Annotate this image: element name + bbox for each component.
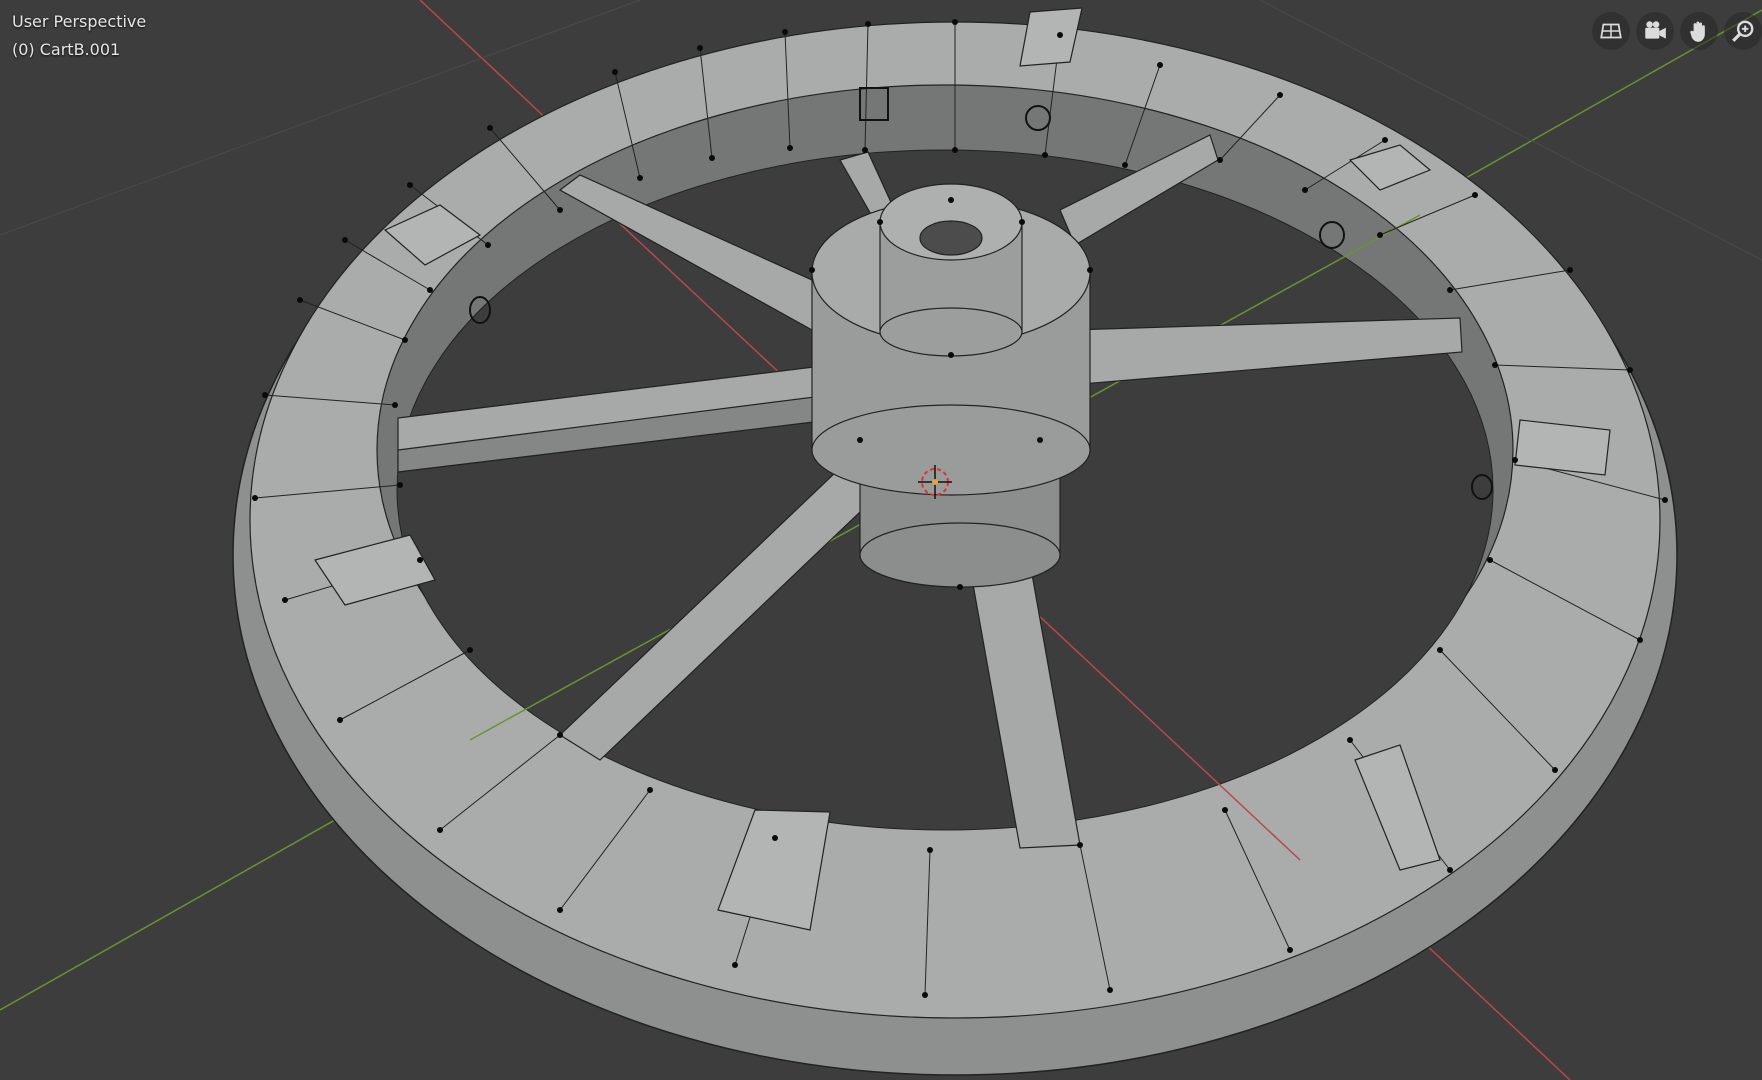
3d-viewport[interactable]: User Perspective (0) CartB.001: [0, 0, 1762, 1080]
hub-inner-bottom: [879, 307, 1023, 357]
grid-icon: [1600, 23, 1622, 39]
joint-plate: [1514, 419, 1611, 476]
mesh-scene[interactable]: [0, 0, 1762, 1080]
camera-view-button[interactable]: [1636, 12, 1674, 50]
hand-icon: [1690, 21, 1705, 42]
magnifier-zoom-icon: [1732, 20, 1754, 42]
axle-hole: [919, 220, 983, 256]
pan-view-button[interactable]: [1680, 12, 1718, 50]
toggle-grid-view-button[interactable]: [1592, 12, 1630, 50]
camera-icon: [1645, 21, 1666, 39]
active-object-label: (0) CartB.001: [12, 40, 121, 59]
hub-lower-bottom: [859, 522, 1061, 588]
zoom-view-button[interactable]: [1724, 12, 1762, 50]
viewport-view-mode-label: User Perspective: [12, 12, 147, 31]
viewport-navigation-gizmos: [1592, 12, 1762, 50]
